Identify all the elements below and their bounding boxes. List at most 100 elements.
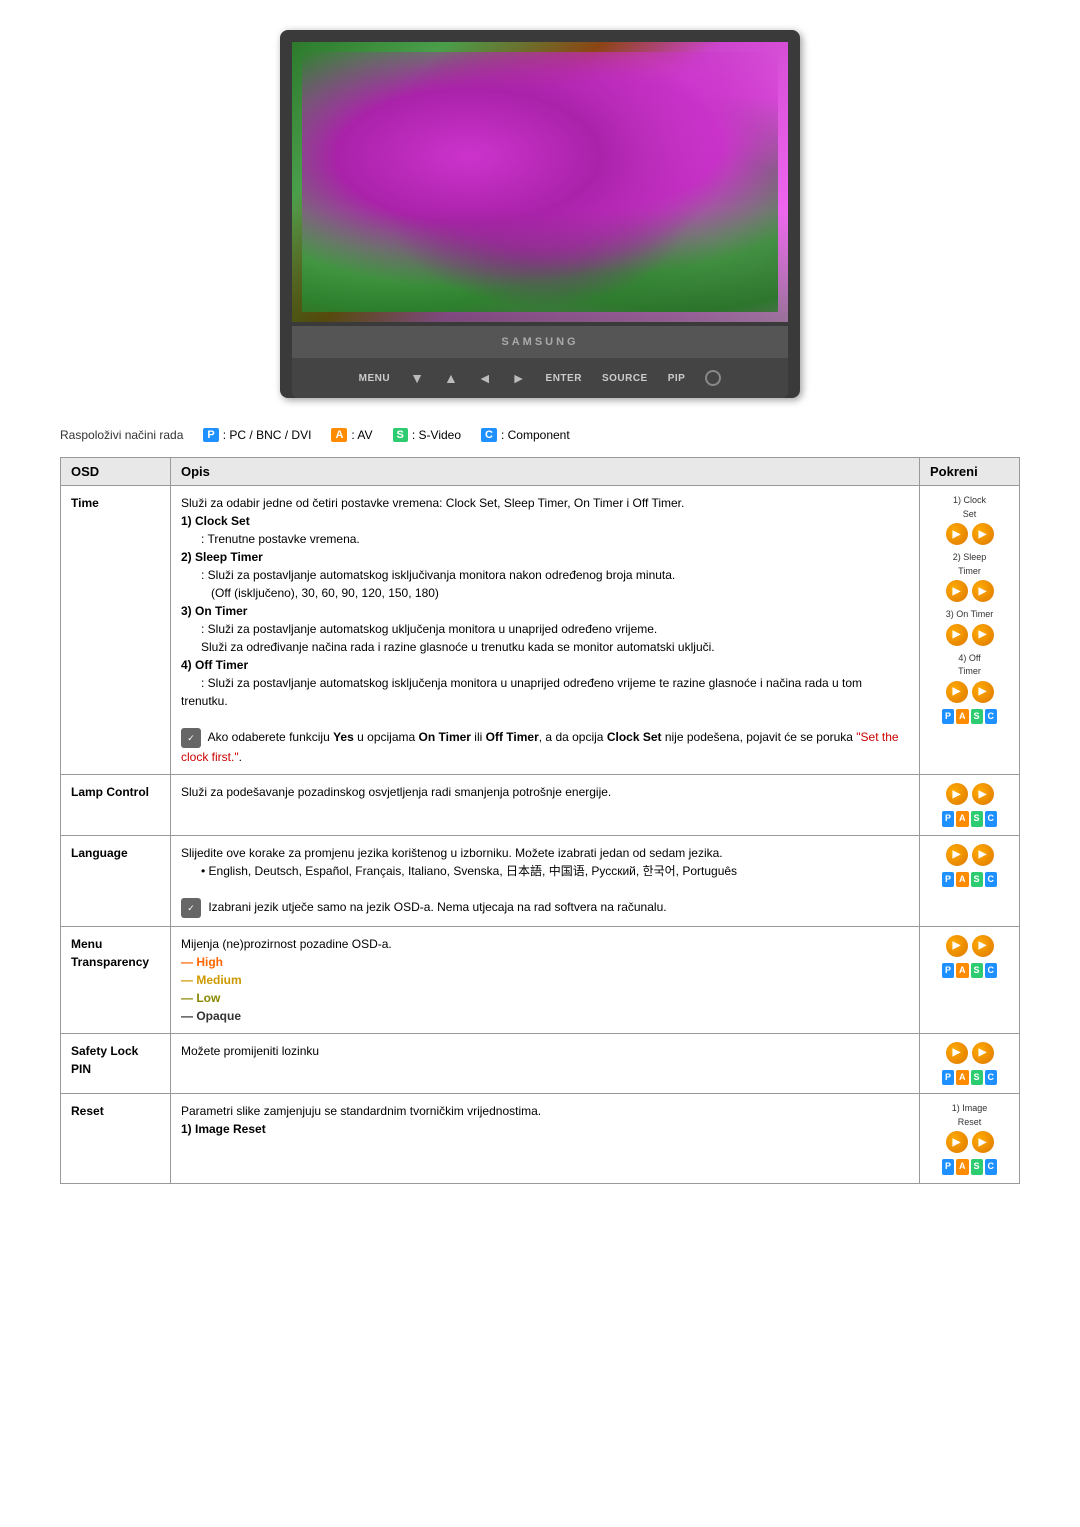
reset-intro: Parametri slike zamjenjuju se standardni…: [181, 1104, 541, 1118]
pasc-s-time: S: [971, 709, 983, 725]
safety-desc: Možete promijeniti lozinku: [181, 1044, 319, 1058]
btn-clock-2[interactable]: ▶: [972, 523, 994, 545]
btn-sleep-2[interactable]: ▶: [972, 580, 994, 602]
run-transparency: ▶ ▶ P A S C: [920, 926, 1020, 1033]
btn-group-on: ▶ ▶: [930, 624, 1009, 646]
monitor-controls: MENU ▼ ▲ ◄ ► ENTER SOURCE PIP: [292, 358, 788, 398]
row-language: Language Slijedite ove korake za promjen…: [61, 835, 1020, 926]
sleep-timer-title: 2) Sleep Timer: [181, 550, 263, 564]
on-timer-detail: : Služi za postavljanje automatskog uklj…: [201, 622, 657, 636]
pasc-a-safety: A: [956, 1070, 969, 1086]
osd-safety: Safety Lock PIN: [61, 1033, 171, 1094]
transp-high: High: [181, 955, 223, 969]
btn-safety-2[interactable]: ▶: [972, 1042, 994, 1064]
run-label-off: 4) OffTimer: [930, 652, 1009, 679]
pasc-safety: P A S C: [930, 1070, 1009, 1086]
badge-p: P: [203, 428, 218, 442]
run-label-reset: 1) ImageReset: [930, 1102, 1009, 1129]
source-s-text: : S-Video: [412, 428, 461, 442]
run-time: 1) ClockSet ▶ ▶ 2) SleepTimer ▶ ▶ 3) On …: [920, 486, 1020, 775]
run-reset: 1) ImageReset ▶ ▶ P A S C: [920, 1094, 1020, 1184]
source-c: C : Component: [481, 428, 570, 442]
lang-intro: Slijedite ove korake za promjenu jezika …: [181, 846, 723, 860]
transp-opaque: Opaque: [181, 1009, 241, 1023]
pasc-s-safety: S: [971, 1070, 983, 1086]
btn-lamp-1[interactable]: ▶: [946, 783, 968, 805]
source-a-text: : AV: [351, 428, 372, 442]
time-note: Ako odaberete funkciju Yes u opcijama On…: [181, 730, 899, 764]
ctrl-down[interactable]: ▼: [410, 370, 424, 386]
desc-reset: Parametri slike zamjenjuju se standardni…: [171, 1094, 920, 1184]
pasc-c-lang: C: [985, 872, 998, 888]
source-a: A : AV: [331, 428, 372, 442]
btn-safety-1[interactable]: ▶: [946, 1042, 968, 1064]
btn-on-1[interactable]: ▶: [946, 624, 968, 646]
col-opis: Opis: [171, 458, 920, 486]
time-note-icon: ✓: [181, 730, 208, 744]
monitor-screen: [292, 42, 788, 322]
sleep-timer-sub: (Off (isključeno), 30, 60, 90, 120, 150,…: [211, 586, 439, 600]
row-reset: Reset Parametri slike zamjenjuju se stan…: [61, 1094, 1020, 1184]
desc-time: Služi za odabir jedne od četiri postavke…: [171, 486, 920, 775]
lang-note: Izabrani jezik utječe samo na jezik OSD-…: [208, 900, 666, 914]
source-p: P : PC / BNC / DVI: [203, 428, 311, 442]
run-label-on: 3) On Timer: [930, 608, 1009, 622]
ctrl-menu[interactable]: MENU: [359, 373, 390, 384]
monitor-bottom-bar: SAMSUNG: [292, 326, 788, 358]
btn-transp-1[interactable]: ▶: [946, 935, 968, 957]
desc-lamp: Služi za podešavanje pozadinskog osvjetl…: [171, 775, 920, 836]
btn-lang-1[interactable]: ▶: [946, 844, 968, 866]
source-s: S : S-Video: [393, 428, 462, 442]
pasc-c-lamp: C: [985, 811, 998, 827]
clock-set-detail: : Trenutne postavke vremena.: [201, 532, 360, 546]
btn-reset-1[interactable]: ▶: [946, 1131, 968, 1153]
ctrl-power[interactable]: [705, 370, 721, 386]
source-row: Raspoloživi načini rada P : PC / BNC / D…: [60, 428, 1020, 442]
btn-off-1[interactable]: ▶: [946, 681, 968, 703]
page-wrapper: SAMSUNG MENU ▼ ▲ ◄ ► ENTER SOURCE PIP Ra…: [0, 0, 1080, 1214]
pasc-transparency: P A S C: [930, 963, 1009, 979]
ctrl-enter[interactable]: ENTER: [546, 373, 582, 384]
ctrl-right[interactable]: ►: [512, 370, 526, 386]
btn-group-clock: ▶ ▶: [930, 523, 1009, 545]
pasc-c-safety: C: [985, 1070, 998, 1086]
run-lamp: ▶ ▶ P A S C: [920, 775, 1020, 836]
row-time: Time Služi za odabir jedne od četiri pos…: [61, 486, 1020, 775]
reset-section-title: 1) Image Reset: [181, 1122, 266, 1136]
pasc-p-time: P: [942, 709, 954, 725]
btn-reset-2[interactable]: ▶: [972, 1131, 994, 1153]
pasc-s-lamp: S: [971, 811, 983, 827]
pasc-s-transp: S: [971, 963, 983, 979]
btn-sleep-1[interactable]: ▶: [946, 580, 968, 602]
btn-lang-2[interactable]: ▶: [972, 844, 994, 866]
pasc-s-lang: S: [971, 872, 983, 888]
btn-transp-2[interactable]: ▶: [972, 935, 994, 957]
pasc-c-time: C: [985, 709, 998, 725]
pasc-c-transp: C: [985, 963, 998, 979]
ctrl-source[interactable]: SOURCE: [602, 373, 648, 384]
pasc-c-reset: C: [985, 1159, 998, 1175]
pasc-language: P A S C: [930, 872, 1009, 888]
note-icon-time: ✓: [181, 728, 201, 748]
btn-on-2[interactable]: ▶: [972, 624, 994, 646]
pasc-p-transp: P: [942, 963, 954, 979]
run-label-clock: 1) ClockSet: [930, 494, 1009, 521]
osd-language: Language: [61, 835, 171, 926]
btn-lamp-2[interactable]: ▶: [972, 783, 994, 805]
pasc-a-transp: A: [956, 963, 969, 979]
btn-off-2[interactable]: ▶: [972, 681, 994, 703]
osd-reset: Reset: [61, 1094, 171, 1184]
on-timer-sub2: Služi za određivanje načina rada i razin…: [201, 640, 715, 654]
osd-time: Time: [61, 486, 171, 775]
btn-group-reset: ▶ ▶: [930, 1131, 1009, 1153]
btn-clock-1[interactable]: ▶: [946, 523, 968, 545]
pasc-lamp: P A S C: [930, 811, 1009, 827]
transp-intro: Mijenja (ne)prozirnost pozadine OSD-a.: [181, 937, 392, 951]
ctrl-left[interactable]: ◄: [478, 370, 492, 386]
ctrl-pip[interactable]: PIP: [668, 373, 686, 384]
row-menu-transparency: Menu Transparency Mijenja (ne)prozirnost…: [61, 926, 1020, 1033]
ctrl-up[interactable]: ▲: [444, 370, 458, 386]
pasc-p-lamp: P: [942, 811, 954, 827]
transp-medium: Medium: [181, 973, 242, 987]
btn-group-lang: ▶ ▶: [930, 844, 1009, 866]
